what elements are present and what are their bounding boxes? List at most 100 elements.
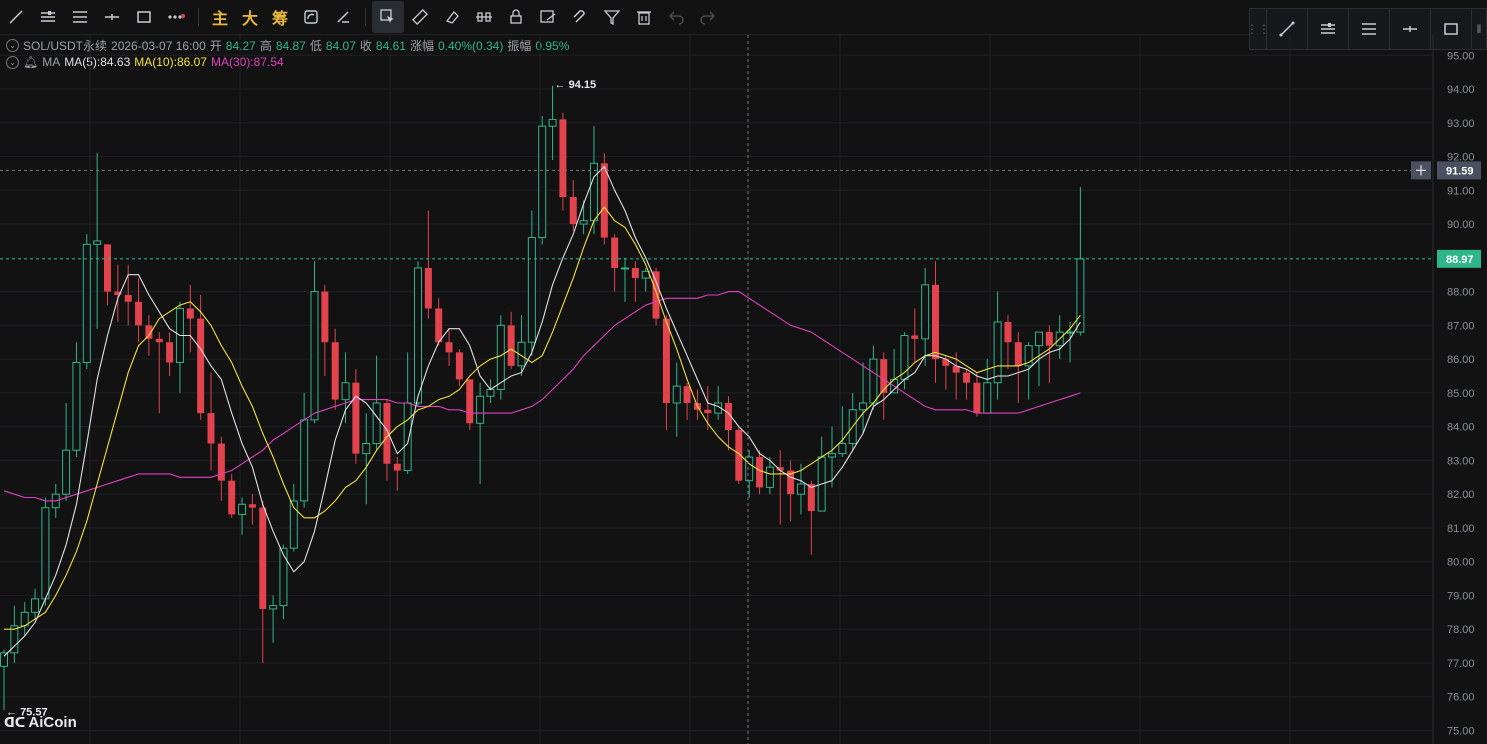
candle-body xyxy=(662,318,670,404)
more-tools-icon[interactable] xyxy=(160,1,192,33)
crosshair-price: 91.59 xyxy=(1446,165,1474,177)
y-tick-label: 82.00 xyxy=(1447,489,1475,501)
y-tick-label: 79.00 xyxy=(1447,590,1475,602)
left-arrow-icon: ← xyxy=(555,79,569,91)
candle-body xyxy=(993,321,1002,384)
candle-body xyxy=(1066,331,1075,334)
candle-body xyxy=(983,382,992,414)
candle-body xyxy=(207,413,215,444)
candle-body xyxy=(82,243,91,363)
refresh-icon[interactable] xyxy=(295,1,327,33)
eraser-icon[interactable] xyxy=(436,1,468,33)
chip-distribution-button[interactable]: 筹 xyxy=(265,1,295,33)
candle-body xyxy=(911,335,919,339)
large-orders-button[interactable]: 大 xyxy=(235,1,265,33)
candlestick-chart[interactable]: 95.0094.0093.0092.0091.0090.0089.0088.00… xyxy=(0,35,1487,744)
fib-lines-icon[interactable] xyxy=(64,1,96,33)
rectangle-icon[interactable] xyxy=(128,1,160,33)
candle-body xyxy=(631,267,639,279)
candle-body xyxy=(569,197,577,225)
horizontal-segment-icon[interactable] xyxy=(96,1,128,33)
overlay-layer: 91.59 88.97 ← 94.15 ← 75.57 xyxy=(0,35,1481,744)
y-tick-label: 83.00 xyxy=(1447,455,1475,467)
candle-body xyxy=(455,352,463,380)
candle-body xyxy=(683,386,691,404)
aicoin-logo-text: AiCoin xyxy=(28,714,77,731)
candle-body xyxy=(197,318,205,414)
candle-body xyxy=(486,389,495,397)
y-tick-label: 85.00 xyxy=(1447,388,1475,400)
candle-body xyxy=(331,342,339,400)
candle-body xyxy=(403,402,412,472)
parallel-lines-icon[interactable] xyxy=(32,1,64,33)
candle-body xyxy=(186,308,194,319)
undo-icon[interactable] xyxy=(660,1,692,33)
toolbar-separator xyxy=(198,8,199,26)
candle-body xyxy=(611,237,619,268)
y-tick-label: 77.00 xyxy=(1447,658,1475,670)
y-tick-label: 80.00 xyxy=(1447,557,1475,569)
candle-body xyxy=(435,308,443,343)
cursor-select-icon[interactable] xyxy=(372,1,404,33)
candle-body xyxy=(372,402,381,445)
candle-body xyxy=(921,284,930,340)
candle-body xyxy=(652,271,660,319)
candle-body xyxy=(321,291,329,343)
candle-body xyxy=(466,379,474,424)
candle-body xyxy=(828,453,836,458)
candle-body xyxy=(414,267,422,404)
toolbar-separator xyxy=(365,8,366,26)
edit-icon[interactable] xyxy=(532,1,564,33)
trash-icon[interactable] xyxy=(628,1,660,33)
candle-body xyxy=(1014,342,1022,366)
candle-body xyxy=(41,507,50,600)
y-tick-label: 84.00 xyxy=(1447,422,1475,434)
candle-body xyxy=(362,443,371,455)
redo-icon[interactable] xyxy=(692,1,724,33)
candle-body xyxy=(124,294,132,302)
ruler-icon[interactable] xyxy=(404,1,436,33)
candles-icon[interactable] xyxy=(468,1,500,33)
y-tick-label: 90.00 xyxy=(1447,219,1475,231)
candle-body xyxy=(1004,321,1012,343)
high-annotation-value: 94.15 xyxy=(569,79,597,91)
grid-layer xyxy=(0,35,1433,744)
candle-body xyxy=(93,240,102,245)
candle-body xyxy=(300,419,309,502)
candle-body xyxy=(383,403,391,464)
candle-body xyxy=(228,480,236,515)
candle-body xyxy=(310,291,319,421)
candle-body xyxy=(621,267,629,270)
candle-body xyxy=(548,118,557,127)
candle-body xyxy=(538,125,547,239)
candles-layer xyxy=(0,85,1085,711)
aicoin-logo-icon: ᗡᑕ xyxy=(4,714,26,730)
lock-icon[interactable] xyxy=(500,1,532,33)
y-tick-label: 76.00 xyxy=(1447,692,1475,704)
main-indicator-button[interactable]: 主 xyxy=(205,1,235,33)
candle-body xyxy=(445,342,453,353)
last-price: 88.97 xyxy=(1446,254,1474,266)
brush-icon[interactable] xyxy=(327,1,359,33)
candle-body xyxy=(248,504,256,508)
candle-body xyxy=(259,507,267,609)
ma10-line xyxy=(4,206,1081,630)
candle-body xyxy=(859,402,868,411)
candle-body xyxy=(704,409,712,414)
candle-body xyxy=(0,652,8,667)
y-tick-label: 87.00 xyxy=(1447,320,1475,332)
candle-body xyxy=(166,342,174,363)
candle-body xyxy=(527,237,536,343)
trend-line-icon[interactable] xyxy=(0,1,32,33)
candle-body xyxy=(62,449,71,495)
aicoin-logo: ᗡᑕ AiCoin xyxy=(4,714,77,731)
filter-icon[interactable] xyxy=(596,1,628,33)
candle-body xyxy=(341,382,350,401)
magnet-icon[interactable] xyxy=(564,1,596,33)
candle-body xyxy=(756,457,764,488)
y-axis: 95.0094.0093.0092.0091.0090.0089.0088.00… xyxy=(1432,35,1475,744)
candle-body xyxy=(973,382,981,414)
candle-body xyxy=(496,324,505,391)
candle-body xyxy=(807,484,815,512)
candle-body xyxy=(104,244,111,292)
